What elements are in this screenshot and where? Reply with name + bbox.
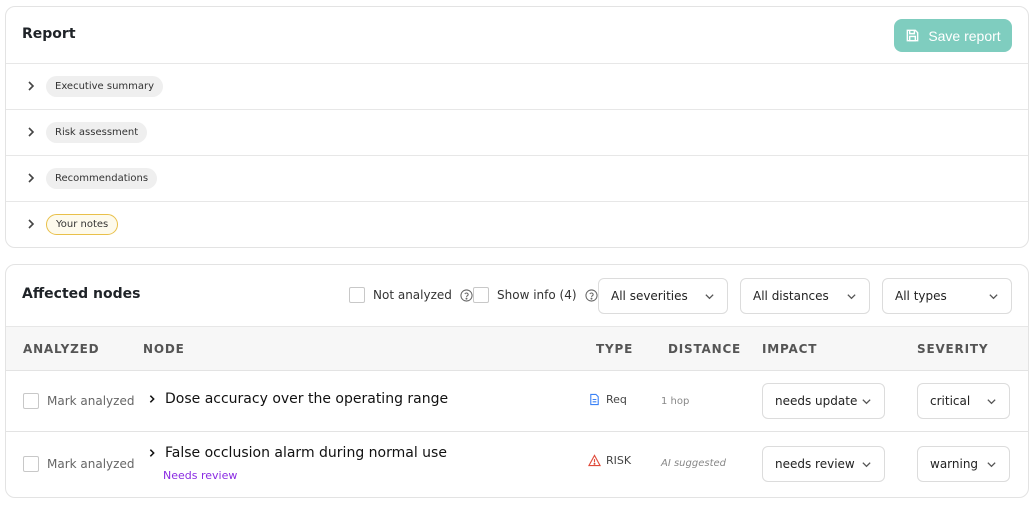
node-expand-toggle[interactable]: Dose accuracy over the operating range xyxy=(147,391,448,407)
column-node: NODE xyxy=(143,342,185,356)
chevron-down-icon xyxy=(987,461,996,467)
chevron-right-icon xyxy=(28,173,35,183)
save-report-button[interactable]: Save report xyxy=(894,19,1012,52)
section-label: Executive summary xyxy=(46,76,164,97)
save-report-label: Save report xyxy=(928,27,1001,44)
section-label: Your notes xyxy=(46,214,119,235)
affected-nodes-title: Affected nodes xyxy=(22,286,141,302)
chevron-down-icon xyxy=(705,293,714,299)
column-analyzed: ANALYZED xyxy=(23,342,100,356)
severity-value: critical xyxy=(930,394,971,408)
document-icon xyxy=(590,393,599,406)
section-risk-assessment[interactable]: Risk assessment xyxy=(6,110,1028,156)
help-icon[interactable] xyxy=(584,288,598,302)
severity-select[interactable]: critical xyxy=(917,383,1010,419)
chevron-down-icon xyxy=(847,293,856,299)
severity-value: warning xyxy=(930,457,979,471)
node-expand-toggle[interactable]: False occlusion alarm during normal use xyxy=(147,445,447,461)
chevron-right-icon xyxy=(28,81,35,91)
affected-nodes-header: Affected nodes Not analyzed Show info (4… xyxy=(6,265,1028,327)
severity-filter-select[interactable]: All severities xyxy=(598,278,728,314)
impact-select[interactable]: needs update xyxy=(762,383,885,419)
show-info-filter: Show info (4) xyxy=(473,287,598,303)
chevron-down-icon xyxy=(862,398,871,404)
show-info-checkbox[interactable] xyxy=(473,287,489,303)
impact-select[interactable]: needs review xyxy=(762,446,885,482)
report-header: Report Save report xyxy=(6,7,1028,64)
type-filter-value: All types xyxy=(895,289,947,303)
severity-filter-value: All severities xyxy=(611,289,688,303)
chevron-right-icon xyxy=(28,127,35,137)
not-analyzed-filter: Not analyzed xyxy=(349,287,473,303)
chevron-down-icon xyxy=(862,461,871,467)
section-label: Risk assessment xyxy=(46,122,148,143)
distance-filter-select[interactable]: All distances xyxy=(740,278,870,314)
warning-icon xyxy=(588,454,601,467)
table-row: Mark analyzed False occlusion alarm duri… xyxy=(6,432,1028,497)
table-header: ANALYZED NODE TYPE DISTANCE IMPACT SEVER… xyxy=(6,327,1028,371)
chevron-right-icon xyxy=(149,395,155,403)
chevron-right-icon xyxy=(28,219,35,229)
column-severity: SEVERITY xyxy=(917,342,989,356)
type-label: RISK xyxy=(606,454,632,467)
distance-value: 1 hop xyxy=(661,396,690,407)
node-name: False occlusion alarm during normal use xyxy=(165,445,447,461)
section-recommendations[interactable]: Recommendations xyxy=(6,156,1028,202)
report-title: Report xyxy=(22,26,76,42)
not-analyzed-checkbox[interactable] xyxy=(349,287,365,303)
mark-analyzed-label: Mark analyzed xyxy=(47,457,135,471)
table-row: Mark analyzed Dose accuracy over the ope… xyxy=(6,371,1028,432)
severity-select[interactable]: warning xyxy=(917,446,1010,482)
distance-value: AI suggested xyxy=(661,458,726,469)
type-badge: Req xyxy=(588,393,627,406)
section-your-notes[interactable]: Your notes xyxy=(6,202,1028,248)
node-name: Dose accuracy over the operating range xyxy=(165,391,449,407)
type-filter-select[interactable]: All types xyxy=(882,278,1012,314)
distance-filter-value: All distances xyxy=(753,289,829,303)
mark-analyzed-control[interactable]: Mark analyzed xyxy=(23,393,134,409)
help-icon[interactable] xyxy=(460,288,473,302)
column-type: TYPE xyxy=(596,342,634,356)
section-label: Recommendations xyxy=(46,168,158,189)
chevron-right-icon xyxy=(149,449,155,457)
column-distance: DISTANCE xyxy=(668,342,742,356)
impact-value: needs update xyxy=(775,394,858,408)
column-impact: IMPACT xyxy=(762,342,818,356)
impact-value: needs review xyxy=(775,457,855,471)
save-icon xyxy=(906,29,919,42)
type-label: Req xyxy=(606,393,627,406)
needs-review-link[interactable]: Needs review xyxy=(163,469,237,482)
chevron-down-icon xyxy=(987,398,996,404)
affected-nodes-card: Affected nodes Not analyzed Show info (4… xyxy=(5,264,1029,498)
mark-analyzed-label: Mark analyzed xyxy=(47,394,135,408)
section-executive-summary[interactable]: Executive summary xyxy=(6,64,1028,110)
mark-analyzed-checkbox[interactable] xyxy=(23,393,39,409)
type-badge: RISK xyxy=(588,454,631,467)
chevron-down-icon xyxy=(989,293,998,299)
show-info-label: Show info (4) xyxy=(497,288,577,302)
report-card: Report Save report Executive summary Ris… xyxy=(5,6,1029,248)
mark-analyzed-checkbox[interactable] xyxy=(23,456,39,472)
not-analyzed-label: Not analyzed xyxy=(373,288,452,302)
mark-analyzed-control[interactable]: Mark analyzed xyxy=(23,456,134,472)
